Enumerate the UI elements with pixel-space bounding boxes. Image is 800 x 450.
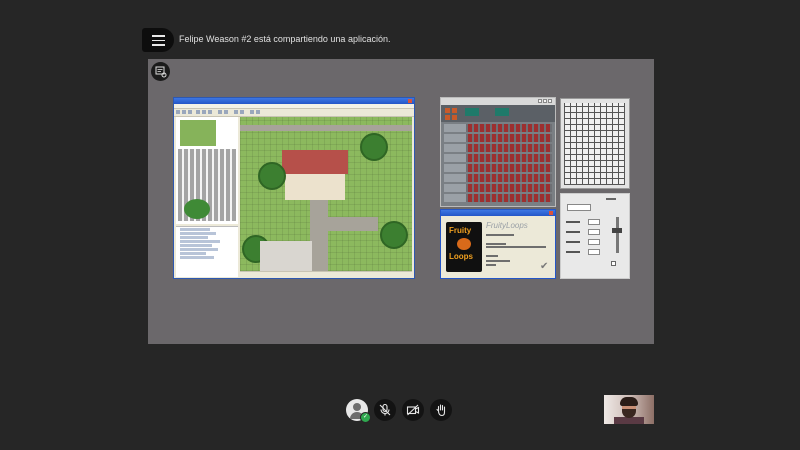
pattern-grid-window	[560, 98, 630, 189]
map-building	[260, 241, 312, 271]
patch-field[interactable]	[566, 239, 601, 245]
microphone-off-icon	[379, 403, 391, 416]
pattern-grid[interactable]	[564, 103, 625, 185]
step-row[interactable]	[444, 144, 552, 152]
volume-slider-knob[interactable]	[612, 228, 622, 233]
step-row[interactable]	[444, 194, 552, 202]
logo-text-fruity: Fruity	[449, 226, 472, 235]
about-titlebar	[441, 210, 555, 216]
camera-button[interactable]	[402, 399, 424, 421]
fit-to-screen-icon[interactable]	[151, 62, 170, 81]
note-field[interactable]	[566, 229, 601, 235]
self-video-thumbnail[interactable]	[604, 395, 654, 424]
rpg-maker-toolbar	[174, 109, 414, 117]
user-icon	[353, 403, 361, 411]
camera-off-icon	[406, 404, 420, 416]
step-row[interactable]	[444, 174, 552, 182]
product-name: FruityLoops	[486, 221, 528, 230]
step-row[interactable]	[444, 164, 552, 172]
raise-hand-button[interactable]	[430, 399, 452, 421]
menu-button[interactable]	[142, 28, 174, 52]
step-row[interactable]	[444, 124, 552, 132]
sample-name-field[interactable]	[567, 204, 591, 211]
hand-icon	[436, 404, 446, 417]
fruity-loops-titlebar	[441, 98, 555, 105]
house-wall	[285, 174, 345, 200]
bank-field[interactable]	[566, 249, 601, 255]
close-icon[interactable]	[408, 99, 412, 103]
step-row[interactable]	[444, 184, 552, 192]
checkmark-icon[interactable]: ✔	[540, 261, 548, 272]
close-icon[interactable]	[549, 211, 553, 215]
house-roof	[282, 150, 348, 174]
channel-settings-window	[560, 193, 630, 279]
microphone-button[interactable]	[374, 399, 396, 421]
volume-slider[interactable]	[616, 217, 619, 253]
step-row[interactable]	[444, 154, 552, 162]
fruity-loops-logo: Fruity Loops	[446, 222, 482, 272]
channel-field[interactable]	[566, 219, 601, 225]
participant-avatar[interactable]: ✓	[346, 399, 371, 423]
logo-text-loops: Loops	[449, 252, 473, 261]
rpg-maker-titlebar	[174, 98, 414, 104]
mute-checkbox[interactable]	[611, 261, 616, 266]
fruity-loops-transport	[441, 105, 555, 122]
rpg-maker-window	[173, 97, 415, 279]
screen-share-banner: Felipe Weason #2 está compartiendo una a…	[179, 34, 391, 44]
fruity-loops-window	[440, 97, 556, 207]
step-row[interactable]	[444, 134, 552, 142]
rpg-maker-statusbar	[240, 271, 412, 277]
status-badge: ✓	[360, 412, 371, 423]
map-canvas[interactable]	[240, 117, 412, 271]
tileset-palette[interactable]	[176, 117, 238, 224]
map-tree-panel[interactable]	[176, 226, 238, 277]
about-dialog: Fruity Loops FruityLoops ✔	[440, 209, 556, 279]
menu-icon	[152, 35, 165, 49]
fruit-icon	[457, 238, 471, 250]
